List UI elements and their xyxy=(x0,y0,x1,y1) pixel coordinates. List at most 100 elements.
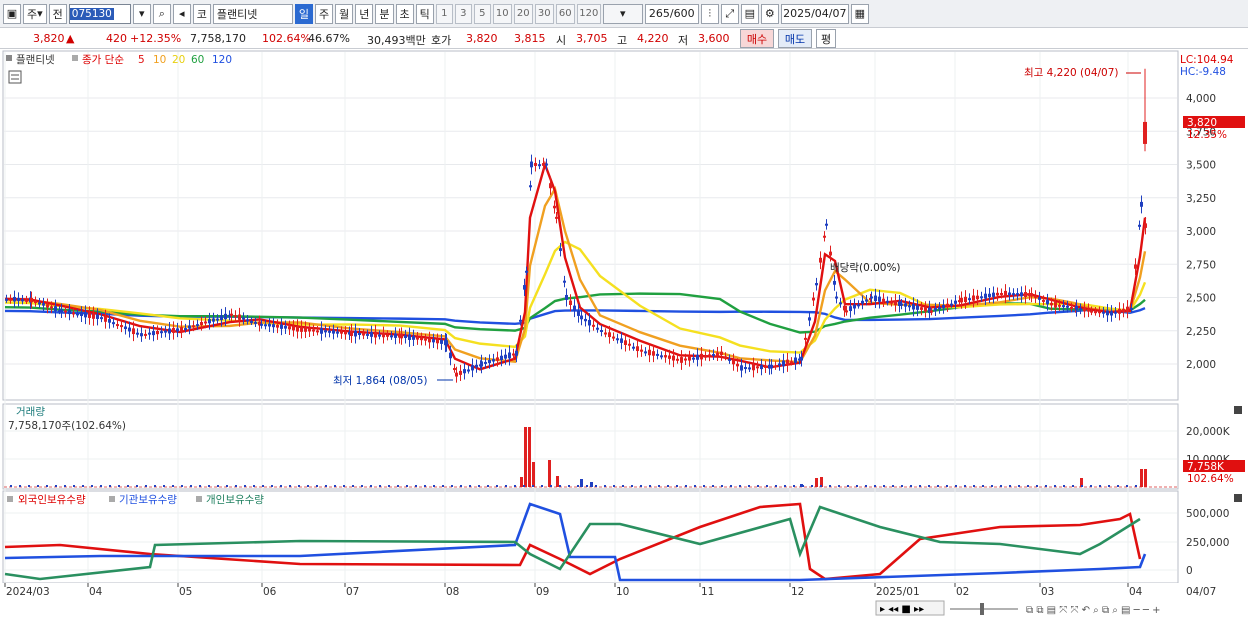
volume-bar xyxy=(235,485,237,487)
sell-button[interactable]: 매도 xyxy=(778,29,812,48)
volume-bar xyxy=(1027,485,1029,487)
candle-body xyxy=(515,350,518,356)
volume-bar xyxy=(1117,485,1119,487)
candle-body xyxy=(449,352,452,359)
close-panel-icon[interactable] xyxy=(1234,494,1242,502)
gear-icon[interactable]: ⚙ xyxy=(760,3,779,24)
close-panel-icon[interactable] xyxy=(1234,406,1242,414)
candle-body xyxy=(519,319,522,322)
volume-bar xyxy=(154,485,156,487)
candle-body xyxy=(224,313,227,320)
candle-body xyxy=(596,327,599,330)
save-icon[interactable]: ▤ xyxy=(740,3,759,24)
candle-body xyxy=(34,301,37,304)
calendar-icon[interactable]: ▦ xyxy=(850,3,869,24)
volume-bar xyxy=(136,485,138,487)
period-tick[interactable]: 틱 xyxy=(415,3,434,24)
y-tick-label: 0 xyxy=(1186,565,1193,577)
volume-bar xyxy=(829,485,831,487)
count-field[interactable]: 265/600 xyxy=(644,3,699,24)
candle-body xyxy=(904,303,907,307)
date-input[interactable]: 2025/04/07 xyxy=(780,3,849,24)
candle-body xyxy=(874,295,877,302)
stock-chart[interactable]: 4,0003,7503,5003,2503,0002,7502,5002,250… xyxy=(0,49,1248,621)
candle-body xyxy=(549,183,552,189)
candle-body xyxy=(192,325,195,328)
x-tick-label: 06 xyxy=(263,586,277,598)
price-panel-title: 플랜티넷 xyxy=(16,54,55,66)
market-select[interactable]: 주 ▾ xyxy=(23,3,47,24)
interval-30[interactable]: 30 xyxy=(534,3,554,24)
candle-body xyxy=(664,355,667,358)
period-month[interactable]: 월 xyxy=(335,3,354,24)
volume-bar xyxy=(1099,485,1101,487)
volume-bar xyxy=(865,485,867,487)
market-type[interactable]: 코 xyxy=(192,3,211,24)
candle-body xyxy=(382,332,385,338)
candle-body xyxy=(839,302,842,305)
layout-icon[interactable]: ▣ xyxy=(3,3,21,24)
volume-bar xyxy=(487,485,489,487)
period-week[interactable]: 주 xyxy=(315,3,334,24)
candle-body xyxy=(825,223,828,226)
hc-value: HC:-9.48 xyxy=(1180,66,1226,78)
candle-type-icon[interactable]: ⫶ xyxy=(700,3,719,24)
stock-name-field[interactable]: 플랜티넷 xyxy=(212,3,293,24)
interval-120[interactable]: 120 xyxy=(576,3,601,24)
period-year[interactable]: 년 xyxy=(355,3,374,24)
candle-body xyxy=(786,359,789,366)
volume-bar xyxy=(289,485,291,487)
candle-body xyxy=(819,257,822,263)
period-second[interactable]: 초 xyxy=(395,3,414,24)
prev-button[interactable]: 전 xyxy=(48,3,67,24)
interval-5[interactable]: 5 xyxy=(473,3,491,24)
volume-bar xyxy=(82,485,84,487)
candle-body xyxy=(100,317,103,320)
volume-bar xyxy=(541,485,543,487)
candle-body xyxy=(853,304,856,309)
candle-body xyxy=(912,304,915,310)
volume-bar xyxy=(163,485,165,487)
custom-interval-input[interactable]: ▾ xyxy=(602,3,643,24)
candle-body xyxy=(340,331,343,334)
volume-bar xyxy=(505,485,507,487)
candle-body xyxy=(292,326,295,331)
current-price: 3,820 xyxy=(33,32,65,45)
x-tick-label: 05 xyxy=(179,586,192,598)
draw-tool-icon[interactable]: ⤢ xyxy=(720,3,739,24)
candle-body xyxy=(420,337,423,341)
candle-body xyxy=(42,303,45,306)
candle-body xyxy=(764,365,767,368)
buy-button[interactable]: 매수 xyxy=(740,29,774,48)
x-tick-label: 04 xyxy=(1129,586,1143,598)
candle-body xyxy=(1118,308,1121,314)
period-day[interactable]: 일 xyxy=(294,3,314,24)
candle-body xyxy=(475,364,478,368)
volume-bar xyxy=(424,485,426,487)
interval-20[interactable]: 20 xyxy=(513,3,533,24)
candle-body xyxy=(748,367,751,370)
candle-body xyxy=(184,328,187,331)
period-minute[interactable]: 분 xyxy=(375,3,394,24)
search-icon[interactable]: ⌕ xyxy=(152,3,171,24)
volume-bar xyxy=(757,485,759,487)
candle-body xyxy=(204,321,207,324)
indiv-holding-label: 개인보유수량 xyxy=(206,494,264,506)
interval-3[interactable]: 3 xyxy=(454,3,472,24)
candle-body xyxy=(390,335,393,338)
candle-body xyxy=(620,338,623,343)
interval-60[interactable]: 60 xyxy=(555,3,575,24)
volume-bar xyxy=(730,485,732,487)
table-view-icon[interactable] xyxy=(8,70,22,84)
x-tick-label: 09 xyxy=(536,586,549,598)
interval-1[interactable]: 1 xyxy=(435,3,453,24)
eval-button[interactable]: 평 xyxy=(816,29,836,48)
candle-body xyxy=(696,354,699,360)
ma10-label: 10 xyxy=(153,54,166,66)
speaker-icon[interactable]: ◂ xyxy=(172,3,191,24)
dropdown-icon[interactable]: ▾ xyxy=(132,3,151,24)
interval-10[interactable]: 10 xyxy=(492,3,512,24)
candle-body xyxy=(712,354,715,357)
candle-body xyxy=(1122,308,1125,312)
stock-code-input[interactable]: 075130 xyxy=(68,3,131,24)
